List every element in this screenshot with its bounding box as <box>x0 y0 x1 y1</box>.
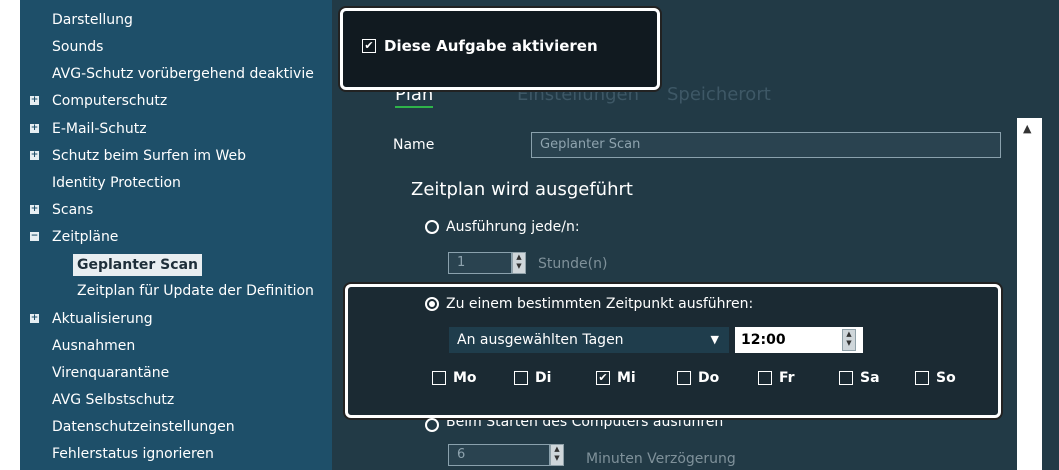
sidebar-item-label: Zeitplan für Update der Definition <box>77 283 314 299</box>
sidebar-item-label: Geplanter Scan <box>77 257 198 273</box>
day-label-sa: Sa <box>860 370 880 386</box>
sidebar-item-label: AVG Selbstschutz <box>52 392 175 408</box>
sidebar-item-label: AVG-Schutz vorübergehend deaktivie <box>52 66 314 82</box>
day-checkbox-sa[interactable] <box>839 371 853 385</box>
interval-stepper[interactable]: ▲ ▼ <box>512 252 526 274</box>
sidebar-item-aktualisierung[interactable]: + Aktualisierung <box>20 308 332 330</box>
interval-radio[interactable] <box>425 220 439 234</box>
day-label-mi: Mi <box>617 370 636 386</box>
sidebar-item-fehlerstatus[interactable]: Fehlerstatus ignorieren <box>52 443 214 465</box>
sidebar-item-scans[interactable]: + Scans <box>20 199 332 221</box>
name-field[interactable]: Geplanter Scan <box>531 132 1001 158</box>
day-checkbox-mo[interactable] <box>432 371 446 385</box>
sidebar-item-identity-protection[interactable]: Identity Protection <box>52 172 181 194</box>
sidebar-item-label: Schutz beim Surfen im Web <box>52 148 246 164</box>
sidebar-item-datenschutz[interactable]: Datenschutzeinstellungen <box>52 416 235 438</box>
day-label-do: Do <box>698 370 720 386</box>
vertical-scrollbar[interactable]: ▲ <box>1017 118 1042 470</box>
enable-task-checkbox[interactable]: ✔ <box>362 39 376 53</box>
startup-radio[interactable] <box>425 418 439 432</box>
sidebar-item-label: Zeitpläne <box>52 229 119 245</box>
sidebar-item-web-schutz[interactable]: + Schutz beim Surfen im Web <box>20 145 332 167</box>
day-checkbox-mi[interactable]: ✔ <box>596 371 610 385</box>
interval-option-label: Ausführung jede/n: <box>446 219 580 235</box>
days-select[interactable]: An ausgewählten Tagen ▼ <box>449 327 729 353</box>
expand-icon[interactable]: + <box>30 151 39 160</box>
interval-input[interactable]: 1 <box>448 252 512 274</box>
day-label-fr: Fr <box>779 370 795 386</box>
sidebar-item-email-schutz[interactable]: + E-Mail-Schutz <box>20 118 332 140</box>
delay-stepper[interactable]: ▲ ▼ <box>550 444 564 466</box>
day-label-di: Di <box>535 370 552 386</box>
expand-icon[interactable]: + <box>30 96 39 105</box>
name-label: Name <box>393 137 435 153</box>
dropdown-arrow-icon: ▼ <box>710 333 719 346</box>
sidebar-item-zeitplaene[interactable]: − Zeitpläne <box>20 226 332 248</box>
day-label-mo: Mo <box>453 370 477 386</box>
sidebar-item-geplanter-scan[interactable]: Geplanter Scan <box>73 254 202 276</box>
sidebar-item-selbstschutz[interactable]: AVG Selbstschutz <box>52 389 174 411</box>
sidebar-item-label: Computerschutz <box>52 93 168 109</box>
day-label-so: So <box>936 370 956 386</box>
sidebar-item-ausnahmen[interactable]: Ausnahmen <box>52 335 135 357</box>
days-select-value: An ausgewählten Tagen <box>457 332 624 348</box>
sidebar-item-computerschutz[interactable]: + Computerschutz <box>20 90 332 112</box>
sidebar-item-label: Sounds <box>52 39 104 55</box>
sidebar-item-sounds[interactable]: Sounds <box>52 36 103 58</box>
scroll-up-icon[interactable]: ▲ <box>1023 122 1031 135</box>
sidebar-item-zeitplan-update[interactable]: Zeitplan für Update der Definition <box>77 280 314 302</box>
enable-task-label: Diese Aufgabe aktivieren <box>384 37 598 55</box>
day-checkbox-fr[interactable] <box>758 371 772 385</box>
expand-icon[interactable]: + <box>30 314 39 323</box>
day-checkbox-so[interactable] <box>915 371 929 385</box>
sidebar-item-label: Identity Protection <box>52 175 181 191</box>
sidebar-item-label: Virenquarantäne <box>52 365 170 381</box>
time-value: 12:00 <box>741 332 786 348</box>
settings-sidebar: Darstellung Sounds AVG-Schutz vorübergeh… <box>20 0 332 470</box>
time-stepper[interactable]: ▲ ▼ <box>842 329 856 351</box>
day-checkbox-di[interactable] <box>514 371 528 385</box>
section-title: Zeitplan wird ausgeführt <box>411 179 633 200</box>
expand-icon[interactable]: + <box>30 124 39 133</box>
delay-input[interactable]: 6 <box>448 444 550 466</box>
sidebar-item-label: E-Mail-Schutz <box>52 121 147 137</box>
sidebar-item-avg-schutz[interactable]: AVG-Schutz vorübergehend deaktivie <box>52 63 314 85</box>
specific-time-radio[interactable] <box>425 297 439 311</box>
specific-time-option-label: Zu einem bestimmten Zeitpunkt ausführen: <box>446 296 754 312</box>
sidebar-item-label: Ausnahmen <box>52 338 136 354</box>
tab-speicherort[interactable]: Speicherort <box>667 84 771 105</box>
sidebar-item-label: Fehlerstatus ignorieren <box>52 446 214 462</box>
interval-unit-label: Stunde(n) <box>538 256 608 272</box>
sidebar-item-virenquarantaene[interactable]: Virenquarantäne <box>52 362 169 384</box>
sidebar-item-label: Datenschutzeinstellungen <box>52 419 235 435</box>
sidebar-item-label: Darstellung <box>52 12 133 28</box>
sidebar-item-label: Aktualisierung <box>52 311 153 327</box>
collapse-icon[interactable]: − <box>30 232 39 241</box>
sidebar-item-darstellung[interactable]: Darstellung <box>52 9 133 31</box>
delay-unit-label: Minuten Verzögerung <box>586 451 736 467</box>
day-checkbox-do[interactable] <box>677 371 691 385</box>
expand-icon[interactable]: + <box>30 205 39 214</box>
sidebar-item-label: Scans <box>52 202 94 218</box>
